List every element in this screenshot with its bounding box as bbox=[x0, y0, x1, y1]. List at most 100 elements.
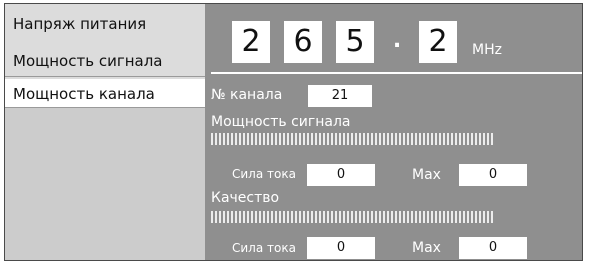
frequency-digit: 5 bbox=[336, 21, 374, 63]
level-bar-segment bbox=[215, 211, 217, 223]
level-bar-segment bbox=[279, 133, 281, 145]
level-bar-segment bbox=[367, 133, 369, 145]
level-bar-segment bbox=[435, 133, 437, 145]
level-bar-segment bbox=[311, 133, 313, 145]
level-bar-segment bbox=[247, 211, 249, 223]
level-bar-segment bbox=[403, 211, 405, 223]
level-bar-segment bbox=[391, 133, 393, 145]
level-bar-segment bbox=[363, 133, 365, 145]
level-bar-segment bbox=[315, 211, 317, 223]
level-bar-segment bbox=[463, 133, 465, 145]
level-bar-segment bbox=[235, 133, 237, 145]
menu-item-signal-power[interactable]: Мощность сигнала bbox=[5, 30, 205, 76]
level-bar-segment bbox=[291, 211, 293, 223]
level-bar-segment bbox=[283, 133, 285, 145]
menu-empty-area bbox=[5, 108, 205, 260]
divider-line bbox=[211, 72, 582, 74]
channel-number-value: 21 bbox=[331, 88, 349, 103]
level-bar-segment bbox=[347, 133, 349, 145]
level-bar-segment bbox=[467, 211, 469, 223]
level-bar-segment bbox=[487, 211, 489, 223]
level-bar-segment bbox=[419, 133, 421, 145]
frequency-digit: 2 bbox=[232, 21, 270, 63]
menu-divider bbox=[5, 76, 205, 77]
level-bar-segment bbox=[443, 133, 445, 145]
level-bar-segment bbox=[395, 133, 397, 145]
level-bar-segment bbox=[255, 211, 257, 223]
level-bar-segment bbox=[459, 211, 461, 223]
level-bar-segment bbox=[435, 211, 437, 223]
level-bar-segment bbox=[259, 211, 261, 223]
level-bar-segment bbox=[355, 211, 357, 223]
level-bar-segment bbox=[403, 133, 405, 145]
quality-current-field: 0 bbox=[307, 237, 375, 259]
frequency-unit: MHz bbox=[472, 42, 502, 58]
frequency-digit: 2 bbox=[419, 21, 457, 63]
level-bar-segment bbox=[431, 133, 433, 145]
level-bar-segment bbox=[375, 133, 377, 145]
quality-current-value: 0 bbox=[336, 240, 346, 255]
level-bar-segment bbox=[331, 211, 333, 223]
channel-label: № канала bbox=[211, 87, 283, 103]
level-bar-segment bbox=[475, 133, 477, 145]
level-bar-segment bbox=[227, 133, 229, 145]
level-bar-segment bbox=[275, 211, 277, 223]
level-bar-segment bbox=[423, 211, 425, 223]
level-bar-segment bbox=[271, 133, 273, 145]
level-bar-segment bbox=[287, 133, 289, 145]
channel-number-field[interactable]: 21 bbox=[308, 85, 372, 107]
level-bar-segment bbox=[303, 133, 305, 145]
level-bar-segment bbox=[479, 211, 481, 223]
level-bar-segment bbox=[415, 211, 417, 223]
level-bar-segment bbox=[223, 133, 225, 145]
signal-current-label: Сила тока bbox=[232, 167, 296, 181]
level-bar-segment bbox=[367, 211, 369, 223]
level-bar-segment bbox=[475, 211, 477, 223]
level-bar-segment bbox=[399, 133, 401, 145]
level-bar-segment bbox=[427, 133, 429, 145]
level-bar-segment bbox=[371, 133, 373, 145]
level-bar-segment bbox=[383, 133, 385, 145]
level-bar-segment bbox=[419, 211, 421, 223]
level-bar-segment bbox=[211, 133, 213, 145]
level-bar-segment bbox=[447, 211, 449, 223]
level-bar-segment bbox=[411, 211, 413, 223]
signal-meter-window: Напряж питания Мощность сигнала Мощность… bbox=[4, 3, 583, 261]
menu-item-channel-power[interactable]: Мощность канала bbox=[5, 79, 205, 107]
level-bar-segment bbox=[267, 133, 269, 145]
level-bar-segment bbox=[379, 133, 381, 145]
level-bar-segment bbox=[443, 211, 445, 223]
level-bar-segment bbox=[275, 133, 277, 145]
menu-item-supply-voltage[interactable]: Напряж питания bbox=[5, 4, 205, 33]
level-bar-segment bbox=[343, 211, 345, 223]
level-bar-segment bbox=[307, 211, 309, 223]
level-bar-segment bbox=[295, 211, 297, 223]
signal-max-label: Max bbox=[412, 167, 441, 183]
level-bar-segment bbox=[479, 133, 481, 145]
level-bar-segment bbox=[263, 133, 265, 145]
level-bar-segment bbox=[427, 211, 429, 223]
level-bar-segment bbox=[455, 133, 457, 145]
level-bar-segment bbox=[339, 133, 341, 145]
level-bar-segment bbox=[463, 211, 465, 223]
signal-current-value: 0 bbox=[336, 167, 346, 182]
level-bar-segment bbox=[451, 211, 453, 223]
level-bar-segment bbox=[407, 211, 409, 223]
signal-current-field: 0 bbox=[307, 164, 375, 186]
level-bar-segment bbox=[347, 211, 349, 223]
level-bar-segment bbox=[459, 133, 461, 145]
level-bar-segment bbox=[375, 211, 377, 223]
level-bar-segment bbox=[255, 133, 257, 145]
signal-power-label: Мощность сигнала bbox=[211, 114, 351, 130]
level-bar-segment bbox=[243, 211, 245, 223]
level-bar-segment bbox=[219, 211, 221, 223]
level-bar-segment bbox=[319, 211, 321, 223]
level-bar-segment bbox=[239, 211, 241, 223]
level-bar-segment bbox=[231, 211, 233, 223]
level-bar-segment bbox=[439, 133, 441, 145]
level-bar-segment bbox=[491, 211, 493, 223]
signal-max-value: 0 bbox=[488, 167, 498, 182]
level-bar-segment bbox=[215, 133, 217, 145]
level-bar-segment bbox=[223, 211, 225, 223]
level-bar-segment bbox=[323, 133, 325, 145]
